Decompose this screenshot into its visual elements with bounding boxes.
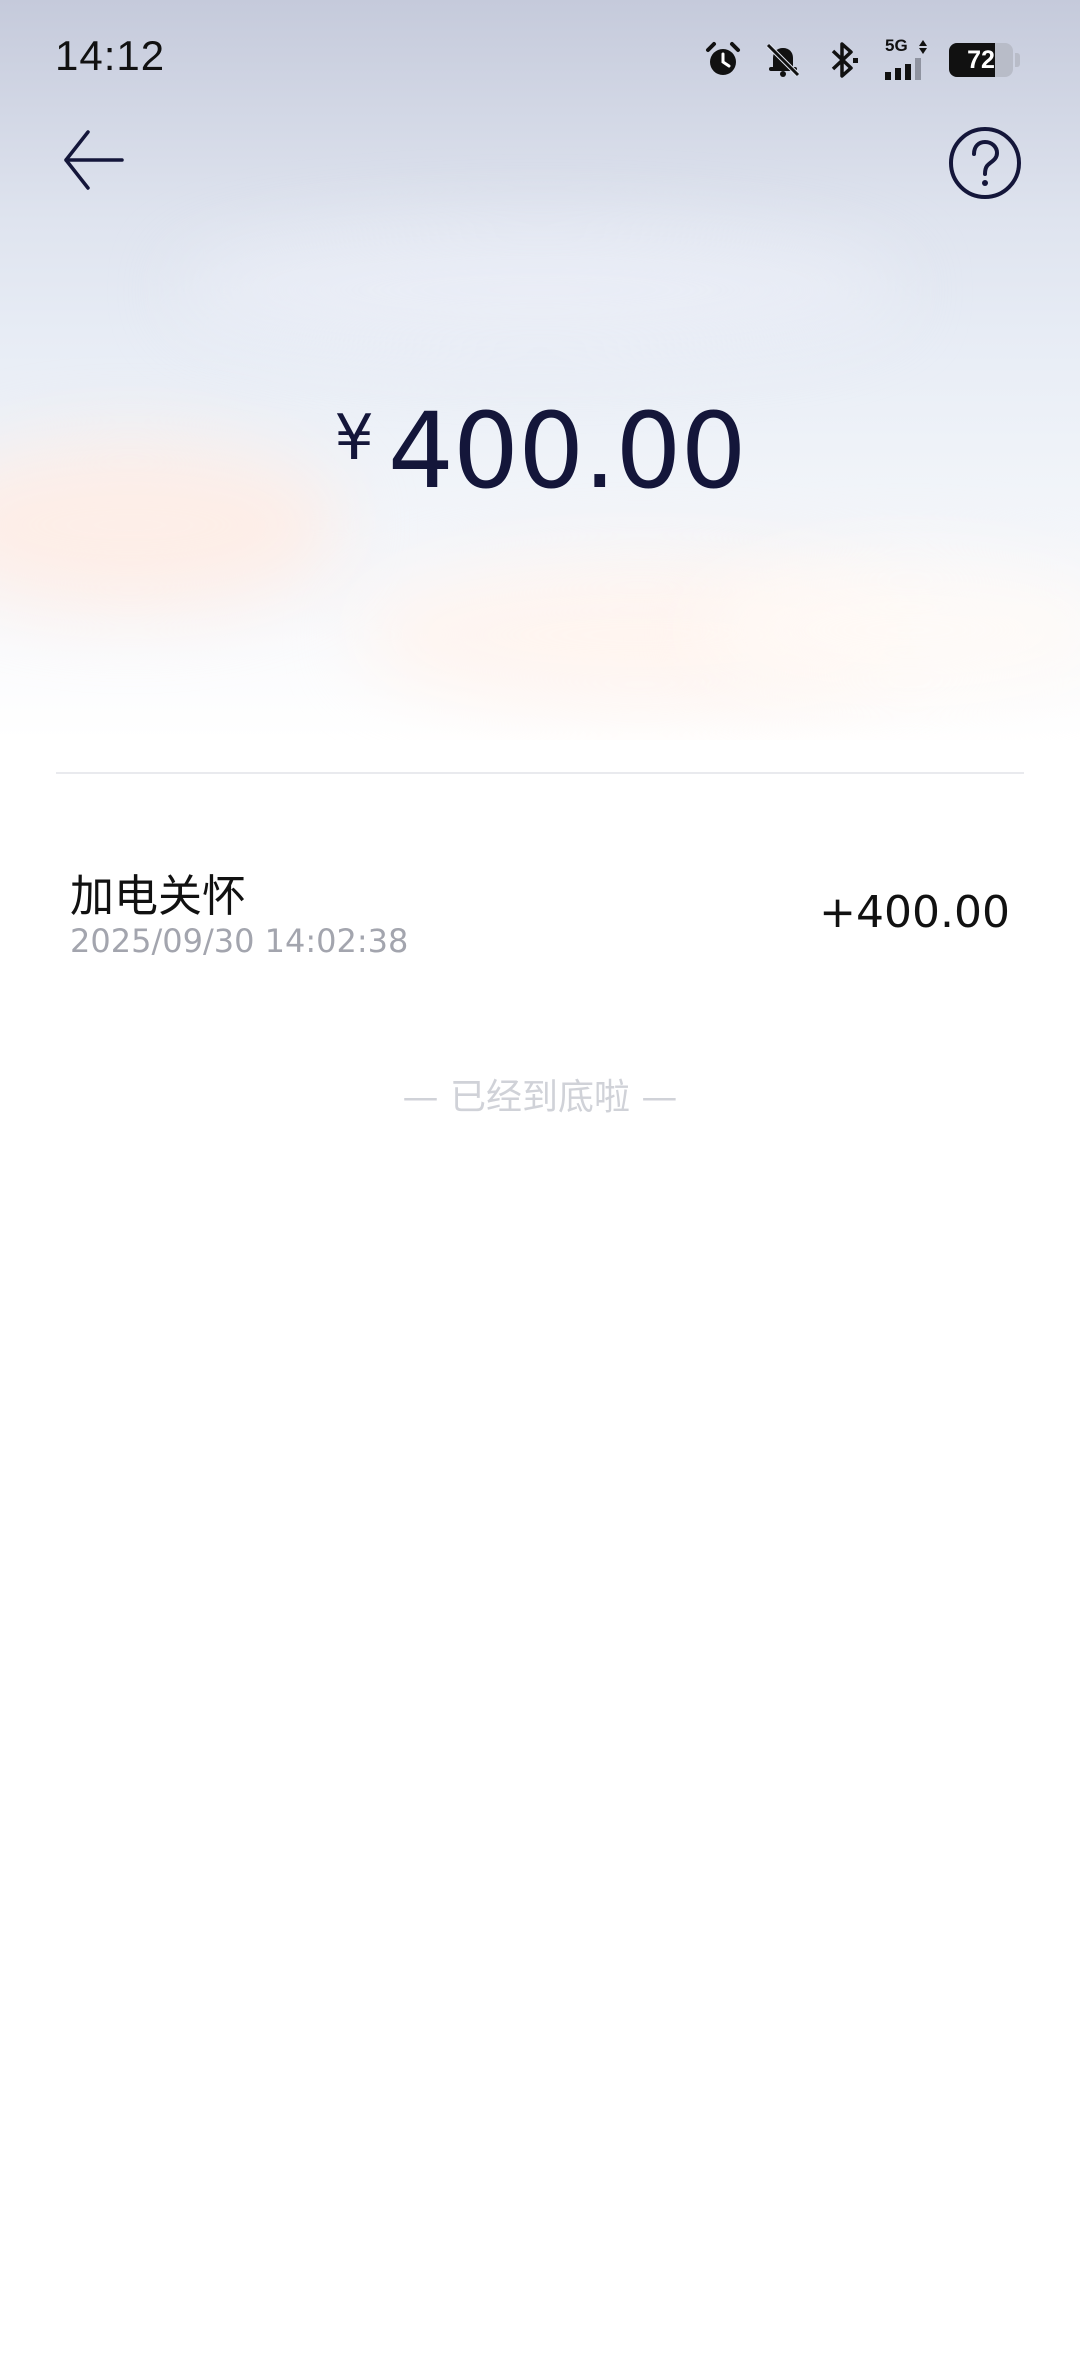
- end-of-list-hint: — 已经到底啦 —: [402, 1077, 678, 1118]
- battery-cap: [1015, 53, 1020, 67]
- divider: [56, 772, 1024, 774]
- help-button[interactable]: [946, 124, 1024, 202]
- battery-level: 72: [967, 46, 995, 74]
- alarm-icon: [703, 40, 743, 80]
- transaction-amount: +400.00: [819, 887, 1010, 938]
- question-circle-icon: [949, 127, 1021, 199]
- mute-icon: [763, 40, 803, 80]
- status-bar: 14:12 5G 72: [0, 0, 1080, 110]
- balance-display: ¥400.00: [0, 390, 1080, 512]
- transaction-row[interactable]: 加电关怀 2025/09/30 14:02:38 +400.00: [56, 840, 1024, 980]
- transaction-time: 2025/09/30 14:02:38: [70, 922, 409, 960]
- back-button[interactable]: [56, 120, 136, 200]
- cloud-decoration: [180, 230, 900, 350]
- status-time: 14:12: [55, 32, 166, 79]
- arrow-left-icon: [64, 130, 124, 190]
- battery-icon: 72: [949, 43, 1013, 77]
- transaction-title: 加电关怀: [70, 871, 246, 922]
- currency-symbol: ¥: [334, 401, 374, 474]
- cellular-signal-icon: 5G: [883, 36, 929, 82]
- balance-amount: 400.00: [387, 390, 747, 512]
- bluetooth-icon: [823, 40, 863, 80]
- status-icons: 5G 72: [703, 36, 1020, 84]
- sky-background: [0, 0, 1080, 740]
